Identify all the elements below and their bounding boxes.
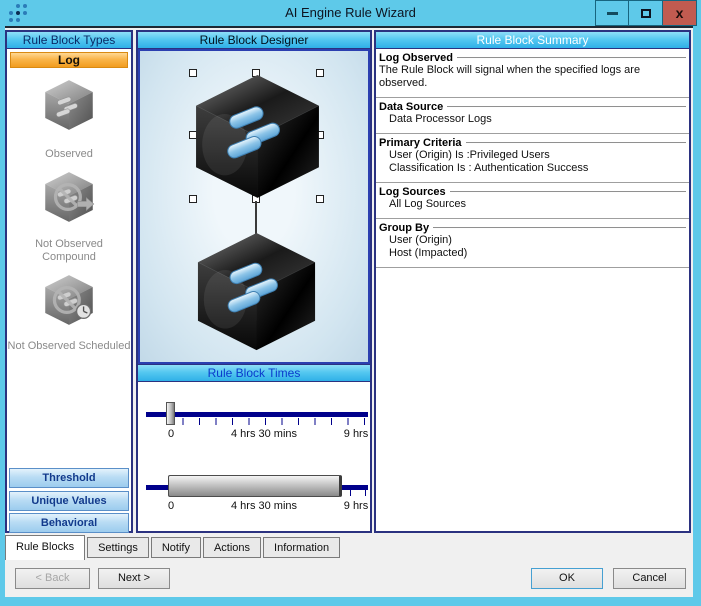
not-observed-scheduled-cube-icon (45, 275, 93, 325)
slider-handle[interactable] (166, 402, 175, 425)
summary-section-group-by: Group By User (Origin) Host (Impacted) (376, 219, 689, 268)
type-observed-button[interactable] (7, 78, 131, 132)
section-line: Host (Impacted) (389, 247, 468, 259)
time-slider-2[interactable]: 0 4 hrs 30 mins 9 hrs (146, 472, 368, 528)
section-title: Data Source (379, 101, 444, 113)
summary-section-primary-criteria: Primary Criteria User (Origin) Is :Privi… (376, 134, 689, 183)
behavioral-category-button[interactable]: Behavioral (9, 513, 129, 533)
tab-notify[interactable]: Notify (150, 537, 201, 558)
maximize-icon[interactable] (629, 0, 663, 26)
rule-block-designer-header: Rule Block Designer (138, 32, 370, 49)
window-controls: x (595, 0, 697, 26)
rule-block-summary-panel: Rule Block Summary Log Observed The Rule… (374, 30, 691, 533)
section-title: Log Observed (379, 52, 453, 64)
rule-block-summary-header: Rule Block Summary (376, 32, 689, 49)
section-line: Classification Is : Authentication Succe… (389, 162, 589, 174)
summary-section-log-observed: Log Observed The Rule Block will signal … (376, 49, 689, 98)
type-not-observed-scheduled-button[interactable] (7, 273, 131, 327)
slider-ticks (166, 418, 365, 425)
summary-section-data-source: Data Source Data Processor Logs (376, 98, 689, 134)
log-type-button[interactable]: Log (10, 52, 128, 68)
slider-range-bar[interactable] (168, 475, 342, 497)
section-line: User (Origin) (389, 234, 452, 246)
observed-cube-icon (45, 80, 93, 130)
section-rule (456, 57, 686, 59)
tab-settings[interactable]: Settings (87, 537, 149, 558)
rule-block-types-panel: Rule Block Types Log Observed Not Observ… (5, 30, 133, 533)
tick-label-mid: 4 hrs 30 mins (230, 500, 298, 512)
titlebar: AI Engine Rule Wizard x (0, 0, 701, 26)
section-rule (465, 142, 686, 144)
section-rule (447, 106, 686, 108)
slider-tick (365, 490, 366, 496)
section-line: The Rule Block will signal when the spec… (379, 64, 641, 89)
back-button[interactable]: < Back (15, 568, 90, 589)
summary-body: Log Observed The Rule Block will signal … (376, 49, 689, 531)
slider-track[interactable] (146, 412, 368, 417)
ok-button[interactable]: OK (531, 568, 603, 589)
ai-engine-rule-wizard-window: AI Engine Rule Wizard x Rule Block Types… (0, 0, 701, 606)
tick-label-max: 9 hrs (343, 500, 369, 512)
rule-block-types-header: Rule Block Types (7, 32, 131, 49)
tick-label-mid: 4 hrs 30 mins (230, 428, 298, 440)
rule-block-times-area: 0 4 hrs 30 mins 9 hrs 0 4 hrs 30 mins 9 … (138, 382, 370, 531)
tick-label-min: 0 (167, 428, 175, 440)
dialog-content: Rule Block Types Log Observed Not Observ… (5, 26, 693, 597)
observed-label: Observed (45, 148, 93, 160)
tab-information[interactable]: Information (263, 537, 341, 558)
next-button[interactable]: Next > (98, 568, 170, 589)
not-observed-compound-label: Not Observed Compound (35, 238, 103, 263)
section-title: Primary Criteria (379, 137, 462, 149)
section-line: User (Origin) Is :Privileged Users (389, 149, 550, 161)
section-rule (433, 227, 686, 229)
close-icon[interactable]: x (663, 0, 697, 26)
type-not-observed-compound-button[interactable] (7, 170, 131, 224)
section-line: All Log Sources (389, 198, 467, 210)
designer-canvas[interactable] (138, 49, 370, 364)
tick-label-max: 9 hrs (343, 428, 369, 440)
cancel-button[interactable]: Cancel (613, 568, 686, 589)
rule-block-cube-selected[interactable] (194, 73, 322, 201)
threshold-category-button[interactable]: Threshold (9, 468, 129, 488)
slider-tick (350, 490, 351, 496)
tab-rule-blocks[interactable]: Rule Blocks (5, 535, 86, 560)
not-observed-scheduled-label: Not Observed Scheduled (7, 340, 131, 352)
section-title: Log Sources (379, 186, 446, 198)
wizard-tab-strip: Rule Blocks Settings Notify Actions Info… (5, 535, 342, 561)
unique-values-category-button[interactable]: Unique Values (9, 491, 129, 511)
rule-block-designer-panel: Rule Block Designer Rule Block Times 0 4… (136, 30, 372, 533)
tick-label-min: 0 (167, 500, 175, 512)
not-observed-compound-cube-icon (45, 172, 95, 222)
section-rule (449, 191, 686, 193)
time-slider-1[interactable]: 0 4 hrs 30 mins 9 hrs (146, 400, 368, 456)
summary-section-log-sources: Log Sources All Log Sources (376, 183, 689, 219)
tab-actions[interactable]: Actions (202, 537, 262, 558)
rule-block-cube[interactable] (195, 231, 319, 353)
section-title: Group By (379, 222, 430, 234)
section-line: Data Processor Logs (389, 113, 492, 125)
rule-block-times-header: Rule Block Times (138, 364, 370, 382)
minimize-icon[interactable] (595, 0, 629, 26)
